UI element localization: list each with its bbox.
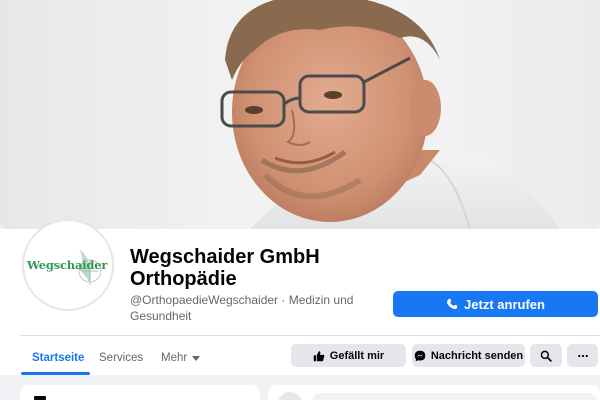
header-divider bbox=[20, 335, 600, 336]
page-title-line-1: Wegschaider GmbH bbox=[130, 246, 320, 268]
cover-photo-person bbox=[220, 0, 560, 229]
tab-more-label: Mehr bbox=[161, 352, 188, 364]
page-title-line-2: Orthopädie bbox=[130, 268, 237, 290]
search-icon bbox=[540, 350, 552, 362]
thumbs-up-icon bbox=[313, 350, 325, 361]
intro-card bbox=[20, 385, 260, 400]
call-now-label: Jetzt anrufen bbox=[464, 296, 545, 312]
tab-services[interactable]: Services bbox=[99, 343, 143, 373]
intro-card-heading-fragment bbox=[34, 396, 46, 400]
tab-services-label: Services bbox=[99, 352, 144, 364]
search-button[interactable] bbox=[530, 344, 562, 367]
page-title[interactable]: Wegschaider GmbH Orthopädie bbox=[130, 246, 360, 290]
page-handle-category: @OrthopaedieWegschaider · Medizin und Ge… bbox=[130, 293, 354, 323]
caret-down-icon bbox=[192, 355, 201, 361]
profile-picture[interactable]: Wegschaider bbox=[22, 219, 114, 311]
like-button[interactable]: Gefällt mir bbox=[291, 344, 406, 367]
tab-startseite-label: Startseite bbox=[32, 352, 85, 364]
messenger-icon bbox=[414, 350, 426, 361]
tab-startseite[interactable]: Startseite bbox=[32, 343, 84, 373]
send-message-button[interactable]: Nachricht senden bbox=[412, 344, 525, 367]
send-message-label: Nachricht senden bbox=[430, 349, 524, 362]
more-options-icon bbox=[577, 354, 588, 357]
active-tab-indicator bbox=[21, 372, 90, 375]
phone-icon bbox=[447, 298, 458, 310]
like-label: Gefällt mir bbox=[329, 349, 385, 362]
more-options-button[interactable] bbox=[567, 344, 598, 367]
create-post-input[interactable] bbox=[312, 393, 597, 400]
cover-photo[interactable] bbox=[0, 0, 600, 229]
tab-more[interactable]: Mehr bbox=[161, 343, 201, 373]
call-now-button[interactable]: Jetzt anrufen bbox=[393, 291, 598, 317]
logo-text: Wegschaider bbox=[27, 258, 108, 272]
